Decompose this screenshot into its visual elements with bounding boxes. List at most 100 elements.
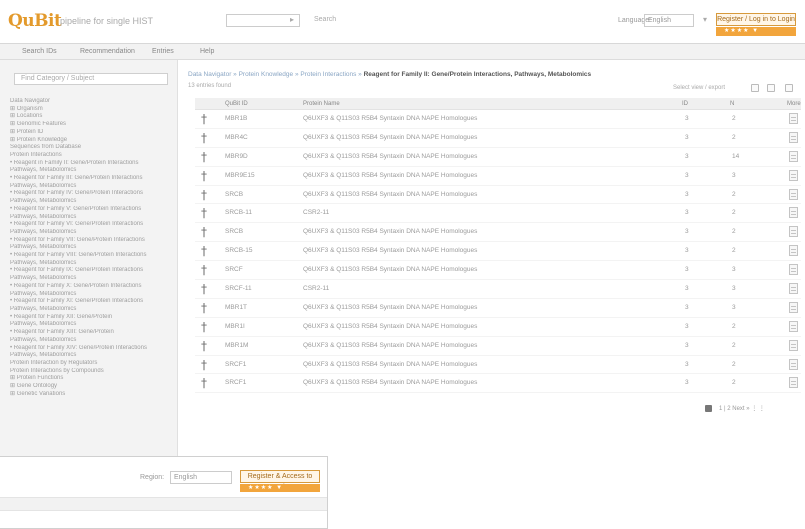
details-icon[interactable]: [789, 188, 798, 200]
tree-item[interactable]: ⊞ Locations: [10, 113, 170, 121]
site-logo[interactable]: QuBit: [8, 11, 62, 31]
tree-item[interactable]: Pathways, Metabolomics: [10, 167, 170, 175]
details-icon[interactable]: [789, 264, 798, 276]
tree-item[interactable]: Pathways, Metabolomics: [10, 183, 170, 191]
menu-item-help[interactable]: Help: [200, 48, 214, 55]
details-icon[interactable]: [789, 226, 798, 238]
cell-name[interactable]: Q6UXF3 & Q11S03 R5B4 Syntaxin DNA NAPE H…: [303, 191, 477, 198]
tree-item[interactable]: • Reagent for Family V: Gene/Protein Int…: [10, 206, 170, 214]
cell-name[interactable]: Q6UXF3 & Q11S03 R5B4 Syntaxin DNA NAPE H…: [303, 115, 477, 122]
cell-id[interactable]: MBR4C: [225, 134, 248, 141]
cell-name[interactable]: Q6UXF3 & Q11S03 R5B4 Syntaxin DNA NAPE H…: [303, 304, 477, 311]
cell-id[interactable]: SRCF: [225, 266, 243, 273]
cell-name[interactable]: CSR2-11: [303, 285, 329, 292]
table-row[interactable]: † MBR1B Q6UXF3 & Q11S03 R5B4 Syntaxin DNA …: [195, 110, 801, 129]
view-options-link[interactable]: Select view / export: [673, 85, 725, 91]
cell-name[interactable]: Q6UXF3 & Q11S03 R5B4 Syntaxin DNA NAPE H…: [303, 266, 477, 273]
cell-id[interactable]: SRCB: [225, 228, 243, 235]
cell-id[interactable]: MBR1T: [225, 304, 247, 311]
tree-item[interactable]: Pathways, Metabolomics: [10, 337, 170, 345]
menu-item-recommendation[interactable]: Recommendation: [80, 48, 135, 55]
table-row[interactable]: † MBR1M Q6UXF3 & Q11S03 R5B4 Syntaxin DNA …: [195, 337, 801, 356]
menu-item-search-ids[interactable]: Search IDs: [22, 48, 57, 55]
tree-item[interactable]: • Reagent in Family II: Gene/Protein Int…: [10, 160, 170, 168]
details-icon[interactable]: [789, 283, 798, 295]
table-row[interactable]: † MBR1T Q6UXF3 & Q11S03 R5B4 Syntaxin DNA …: [195, 299, 801, 318]
tree-item[interactable]: Protein Interactions by Compounds: [10, 368, 170, 376]
details-icon[interactable]: [789, 339, 798, 351]
cell-id[interactable]: MBR9E15: [225, 172, 255, 179]
cell-id[interactable]: MBR1I: [225, 323, 245, 330]
table-row[interactable]: † MBR9D Q6UXF3 & Q11S03 R5B4 Syntaxin DNA …: [195, 148, 801, 167]
cell-name[interactable]: CSR2-11: [303, 209, 329, 216]
tree-item[interactable]: • Reagent for Family VII: Gene/Protein I…: [10, 237, 170, 245]
table-row[interactable]: † SRCB-15 Q6UXF3 & Q11S03 R5B4 Syntaxin DN…: [195, 242, 801, 262]
details-icon[interactable]: [789, 169, 798, 181]
table-row[interactable]: † SRCF1 Q6UXF3 & Q11S03 R5B4 Syntaxin DNA …: [195, 356, 801, 375]
details-icon[interactable]: [789, 358, 798, 370]
tree-item[interactable]: Pathways, Metabolomics: [10, 321, 170, 329]
tree-item[interactable]: • Reagent for Family XIV: Gene/Protein I…: [10, 345, 170, 353]
tree-item[interactable]: • Reagent for Family IV: Gene/Protein In…: [10, 190, 170, 198]
language-select[interactable]: English: [644, 14, 694, 27]
tree-item[interactable]: Pathways, Metabolomics: [10, 260, 170, 268]
breadcrumb-path[interactable]: Data Navigator » Protein Knowledge » Pro…: [188, 71, 362, 78]
cell-name[interactable]: Q6UXF3 & Q11S03 R5B4 Syntaxin DNA NAPE H…: [303, 342, 477, 349]
column-header-b[interactable]: N: [730, 101, 734, 107]
login-button[interactable]: Register / Log in to Login: [716, 13, 796, 26]
cell-id[interactable]: SRCB-15: [225, 247, 252, 254]
cell-id[interactable]: SRCB: [225, 191, 243, 198]
tree-item[interactable]: Data Navigator: [10, 98, 170, 106]
category-search-input[interactable]: Find Category / Subject: [14, 73, 168, 85]
details-icon[interactable]: [789, 301, 798, 313]
tree-item[interactable]: • Reagent for Family X: Gene/Protein Int…: [10, 283, 170, 291]
cell-name[interactable]: Q6UXF3 & Q11S03 R5B4 Syntaxin DNA NAPE H…: [303, 228, 477, 235]
details-icon[interactable]: [789, 245, 798, 257]
tree-item[interactable]: ⊞ Protein Knowledge: [10, 137, 170, 145]
search-label[interactable]: Search: [314, 16, 336, 23]
cell-id[interactable]: MBR1B: [225, 115, 247, 122]
tree-item[interactable]: Pathways, Metabolomics: [10, 214, 170, 222]
cell-name[interactable]: Q6UXF3 & Q11S03 R5B4 Syntaxin DNA NAPE H…: [303, 361, 477, 368]
tree-item[interactable]: Pathways, Metabolomics: [10, 352, 170, 360]
table-row[interactable]: † SRCF-11 CSR2-11 3 3: [195, 280, 801, 299]
tree-item[interactable]: • Reagent for Family VIII: Gene/Protein …: [10, 252, 170, 260]
table-row[interactable]: † SRCB-11 CSR2-11 3 2: [195, 204, 801, 224]
tree-item[interactable]: • Reagent for Family XI: Gene/Protein In…: [10, 298, 170, 306]
rating-bar[interactable]: ★★★★ ▼: [716, 27, 796, 36]
details-icon[interactable]: [789, 377, 798, 389]
tree-item[interactable]: Pathways, Metabolomics: [10, 198, 170, 206]
region-select[interactable]: English: [170, 471, 232, 484]
details-icon[interactable]: [789, 150, 798, 162]
cell-id[interactable]: SRCF1: [225, 361, 246, 368]
background-login-button[interactable]: Register & Access to Login: [240, 470, 320, 491]
tree-item[interactable]: ⊞ Protein Functions: [10, 375, 170, 383]
table-row[interactable]: † MBR1I Q6UXF3 & Q11S03 R5B4 Syntaxin DNA …: [195, 318, 801, 337]
pagination[interactable]: 1 | 2 Next » ⋮ ⋮: [719, 405, 765, 412]
cell-id[interactable]: SRCB-11: [225, 209, 252, 216]
table-row[interactable]: † SRCB Q6UXF3 & Q11S03 R5B4 Syntaxin DNA N…: [195, 186, 801, 205]
tree-item[interactable]: Pathways, Metabolomics: [10, 306, 170, 314]
chevron-down-icon[interactable]: ▾: [703, 15, 707, 24]
details-icon[interactable]: [789, 113, 798, 124]
tree-item[interactable]: Pathways, Metabolomics: [10, 275, 170, 283]
cell-name[interactable]: Q6UXF3 & Q11S03 R5B4 Syntaxin DNA NAPE H…: [303, 134, 477, 141]
column-header-a[interactable]: ID: [682, 101, 688, 107]
tree-item[interactable]: • Reagent for Family IX: Gene/Protein In…: [10, 267, 170, 275]
table-row[interactable]: † MBR9E15 Q6UXF3 & Q11S03 R5B4 Syntaxin DN…: [195, 167, 801, 186]
tree-item[interactable]: Protein Interaction by Regulators: [10, 360, 170, 368]
cell-name[interactable]: Q6UXF3 & Q11S03 R5B4 Syntaxin DNA NAPE H…: [303, 379, 477, 386]
cell-id[interactable]: MBR9D: [225, 153, 248, 160]
search-input[interactable]: [226, 14, 300, 27]
page-icon[interactable]: [705, 405, 712, 412]
cell-name[interactable]: Q6UXF3 & Q11S03 R5B4 Syntaxin DNA NAPE H…: [303, 153, 477, 160]
table-row[interactable]: † SRCF1 Q6UXF3 & Q11S03 R5B4 Syntaxin DNA …: [195, 374, 801, 394]
details-icon[interactable]: [789, 207, 798, 219]
tree-item[interactable]: Protein Interactions: [10, 152, 170, 160]
column-header-id[interactable]: QuBit ID: [225, 101, 248, 107]
cell-id[interactable]: SRCF1: [225, 379, 246, 386]
tree-item[interactable]: ⊞ Genomic Features: [10, 121, 170, 129]
column-header-name[interactable]: Protein Name: [303, 101, 340, 107]
tree-item[interactable]: • Reagent for Family XII: Gene/Protein: [10, 314, 170, 322]
tree-item[interactable]: ⊞ Protein ID: [10, 129, 170, 137]
